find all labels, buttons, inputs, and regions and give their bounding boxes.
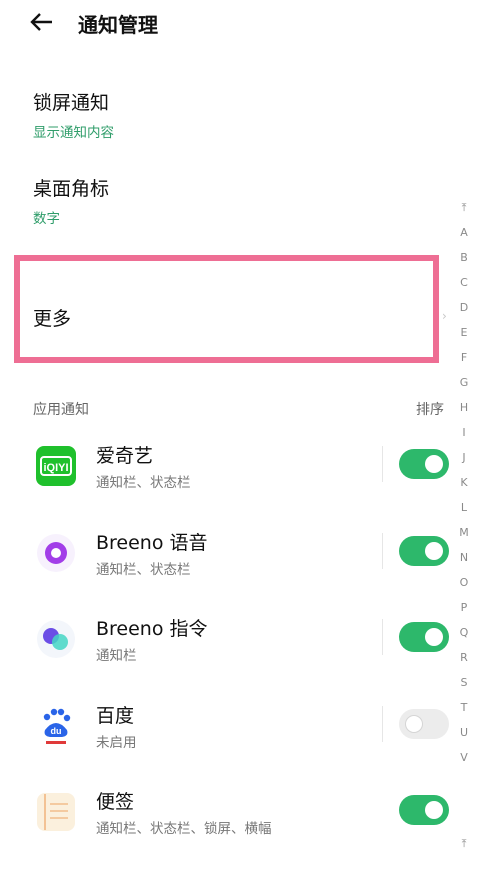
- app-name: 便签: [96, 791, 135, 813]
- index-letter[interactable]: S: [453, 670, 475, 695]
- toggle-knob: [425, 542, 443, 560]
- index-letter[interactable]: B: [453, 245, 475, 270]
- app-row-iqiyi[interactable]: iQIYI 爱奇艺 通知栏、状态栏: [0, 445, 455, 526]
- toggle-knob: [425, 628, 443, 646]
- svg-text:iQIYI: iQIYI: [43, 462, 68, 474]
- index-letter[interactable]: M: [453, 520, 475, 545]
- index-letter[interactable]: H: [453, 395, 475, 420]
- index-letter[interactable]: D: [453, 295, 475, 320]
- more-highlight-box: [14, 255, 439, 363]
- notification-toggle[interactable]: [399, 795, 449, 825]
- index-letter[interactable]: L: [453, 495, 475, 520]
- index-letter[interactable]: E: [453, 320, 475, 345]
- divider: [382, 533, 383, 569]
- svg-text:du: du: [51, 726, 62, 736]
- baidu-icon: du: [43, 708, 71, 744]
- notification-toggle[interactable]: [399, 536, 449, 566]
- notification-toggle[interactable]: [399, 709, 449, 739]
- app-notification-types: 未启用: [96, 735, 137, 751]
- index-letter[interactable]: P: [453, 595, 475, 620]
- setting-value: 显示通知内容: [33, 125, 114, 141]
- index-letter[interactable]: K: [453, 470, 475, 495]
- toggle-knob: [405, 715, 423, 733]
- app-notification-section-label: 应用通知: [33, 402, 89, 418]
- app-row-breeno-command[interactable]: Breeno 指令 通知栏: [0, 618, 455, 699]
- app-row-breeno-voice[interactable]: Breeno 语音 通知栏、状态栏: [0, 532, 455, 613]
- index-top-icon[interactable]: ⤒: [453, 195, 475, 220]
- app-name: Breeno 语音: [96, 532, 208, 554]
- app-name: 百度: [96, 705, 135, 727]
- notification-toggle[interactable]: [399, 449, 449, 479]
- index-letter[interactable]: C: [453, 270, 475, 295]
- index-letter[interactable]: Q: [453, 620, 475, 645]
- alphabet-index-bar[interactable]: ⤒ A B C D E F G H I J K L M N O P Q R S …: [453, 195, 475, 770]
- index-bottom-icon[interactable]: ⤒: [453, 831, 475, 856]
- divider: [382, 446, 383, 482]
- notes-icon: [37, 793, 75, 831]
- divider: [382, 619, 383, 655]
- app-notification-types: 通知栏、状态栏、锁屏、横幅: [96, 821, 272, 837]
- sort-button[interactable]: 排序: [416, 399, 444, 419]
- chevron-right-icon: ›: [442, 309, 447, 323]
- index-letter[interactable]: U: [453, 720, 475, 745]
- iqiyi-icon: iQIYI: [36, 446, 76, 486]
- setting-title: 锁屏通知: [33, 92, 110, 114]
- app-notification-types: 通知栏: [96, 648, 137, 664]
- index-letter[interactable]: F: [453, 345, 475, 370]
- index-letter[interactable]: J: [453, 445, 475, 470]
- desktop-badge-setting[interactable]: 桌面角标 数字: [33, 174, 433, 230]
- setting-title: 桌面角标: [33, 178, 110, 200]
- app-notification-types: 通知栏、状态栏: [96, 562, 191, 578]
- index-letter[interactable]: R: [453, 645, 475, 670]
- divider: [382, 706, 383, 742]
- setting-value: 数字: [33, 211, 60, 227]
- index-letter[interactable]: T: [453, 695, 475, 720]
- back-arrow-icon[interactable]: [28, 8, 56, 36]
- more-item[interactable]: 更多: [33, 304, 71, 331]
- app-row-notes[interactable]: 便签 通知栏、状态栏、锁屏、横幅: [0, 791, 455, 872]
- index-letter[interactable]: G: [453, 370, 475, 395]
- app-name: Breeno 指令: [96, 618, 208, 640]
- index-letter[interactable]: I: [453, 420, 475, 445]
- index-letter[interactable]: V: [453, 745, 475, 770]
- breeno-command-icon: [37, 620, 75, 658]
- page-title: 通知管理: [78, 13, 158, 37]
- notification-toggle[interactable]: [399, 622, 449, 652]
- index-letter[interactable]: N: [453, 545, 475, 570]
- index-letter[interactable]: O: [453, 570, 475, 595]
- toggle-knob: [425, 801, 443, 819]
- toggle-knob: [425, 455, 443, 473]
- app-row-baidu[interactable]: du 百度 未启用: [0, 705, 455, 786]
- app-notification-types: 通知栏、状态栏: [96, 475, 191, 491]
- breeno-voice-icon: [37, 534, 75, 572]
- lock-screen-notification-setting[interactable]: 锁屏通知 显示通知内容: [33, 88, 433, 144]
- app-name: 爱奇艺: [96, 445, 154, 467]
- index-letter[interactable]: A: [453, 220, 475, 245]
